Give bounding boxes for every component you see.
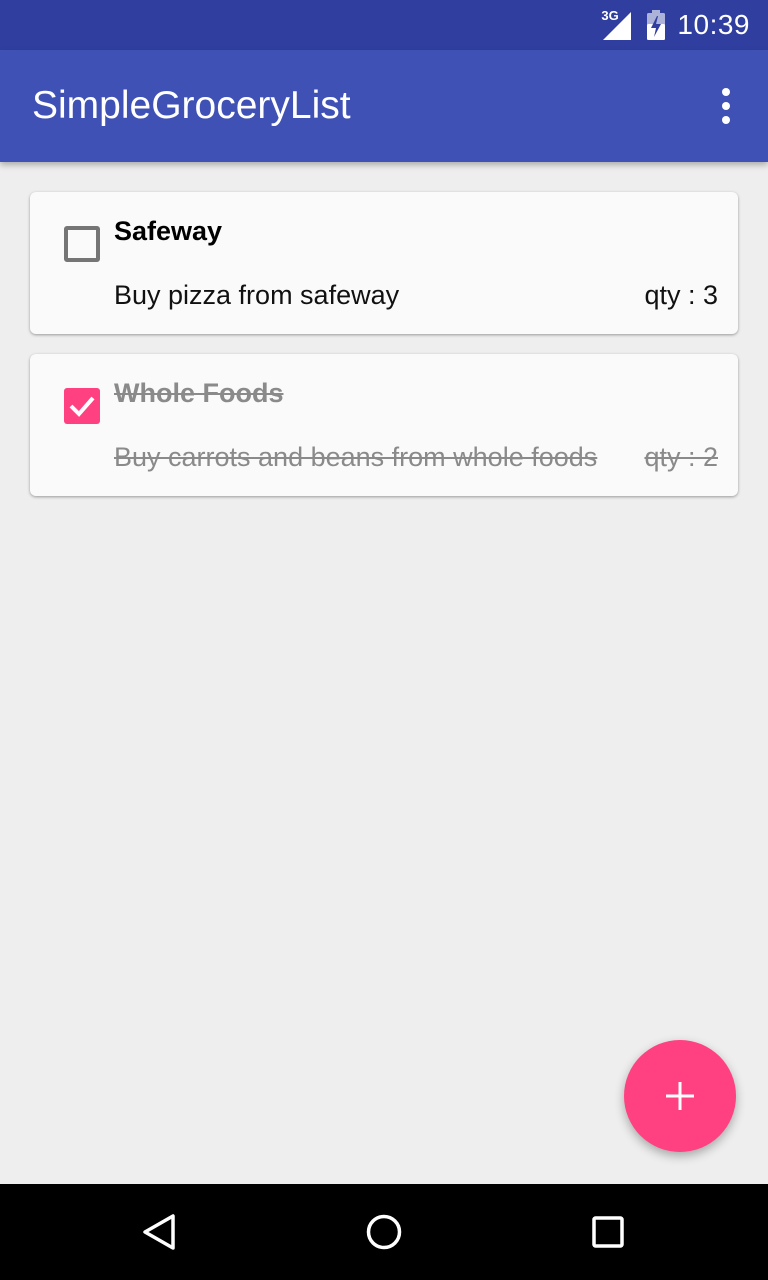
grocery-list: Safeway Buy pizza from safeway qty : 3 W… (30, 192, 738, 516)
menu-dot (722, 116, 730, 124)
app-title: SimpleGroceryList (32, 84, 351, 127)
menu-dot (722, 88, 730, 96)
grocery-item-card[interactable]: Safeway Buy pizza from safeway qty : 3 (30, 192, 738, 334)
item-quantity: qty : 2 (644, 442, 718, 472)
item-description: Buy pizza from safeway (114, 280, 400, 310)
back-icon (143, 1214, 175, 1250)
home-button[interactable] (360, 1208, 408, 1256)
app-bar: SimpleGroceryList (0, 50, 768, 162)
back-button[interactable] (136, 1208, 184, 1256)
recents-button[interactable] (584, 1208, 632, 1256)
home-icon (366, 1214, 402, 1250)
item-description: Buy carrots and beans from whole foods (114, 442, 598, 472)
status-clock: 10:39 (677, 9, 750, 40)
item-checkbox[interactable] (64, 226, 100, 262)
add-icon (666, 1082, 694, 1110)
item-store: Whole Foods (114, 378, 284, 408)
item-store: Safeway (114, 216, 223, 246)
more-vert-icon[interactable] (714, 82, 738, 130)
network-type-label: 3G (601, 8, 619, 23)
add-item-button[interactable] (624, 1040, 736, 1152)
item-quantity: qty : 3 (644, 280, 718, 310)
check-icon (69, 396, 95, 417)
menu-dot (722, 102, 730, 110)
signal-indicator: 3G (601, 8, 632, 40)
grocery-item-card[interactable]: Whole Foods Buy carrots and beans from w… (30, 354, 738, 496)
item-checkbox[interactable] (64, 388, 100, 424)
battery-icon (647, 10, 666, 40)
navigation-bar (0, 1184, 768, 1280)
recents-icon (592, 1216, 624, 1248)
status-bar: 3G 10:39 (0, 0, 768, 50)
